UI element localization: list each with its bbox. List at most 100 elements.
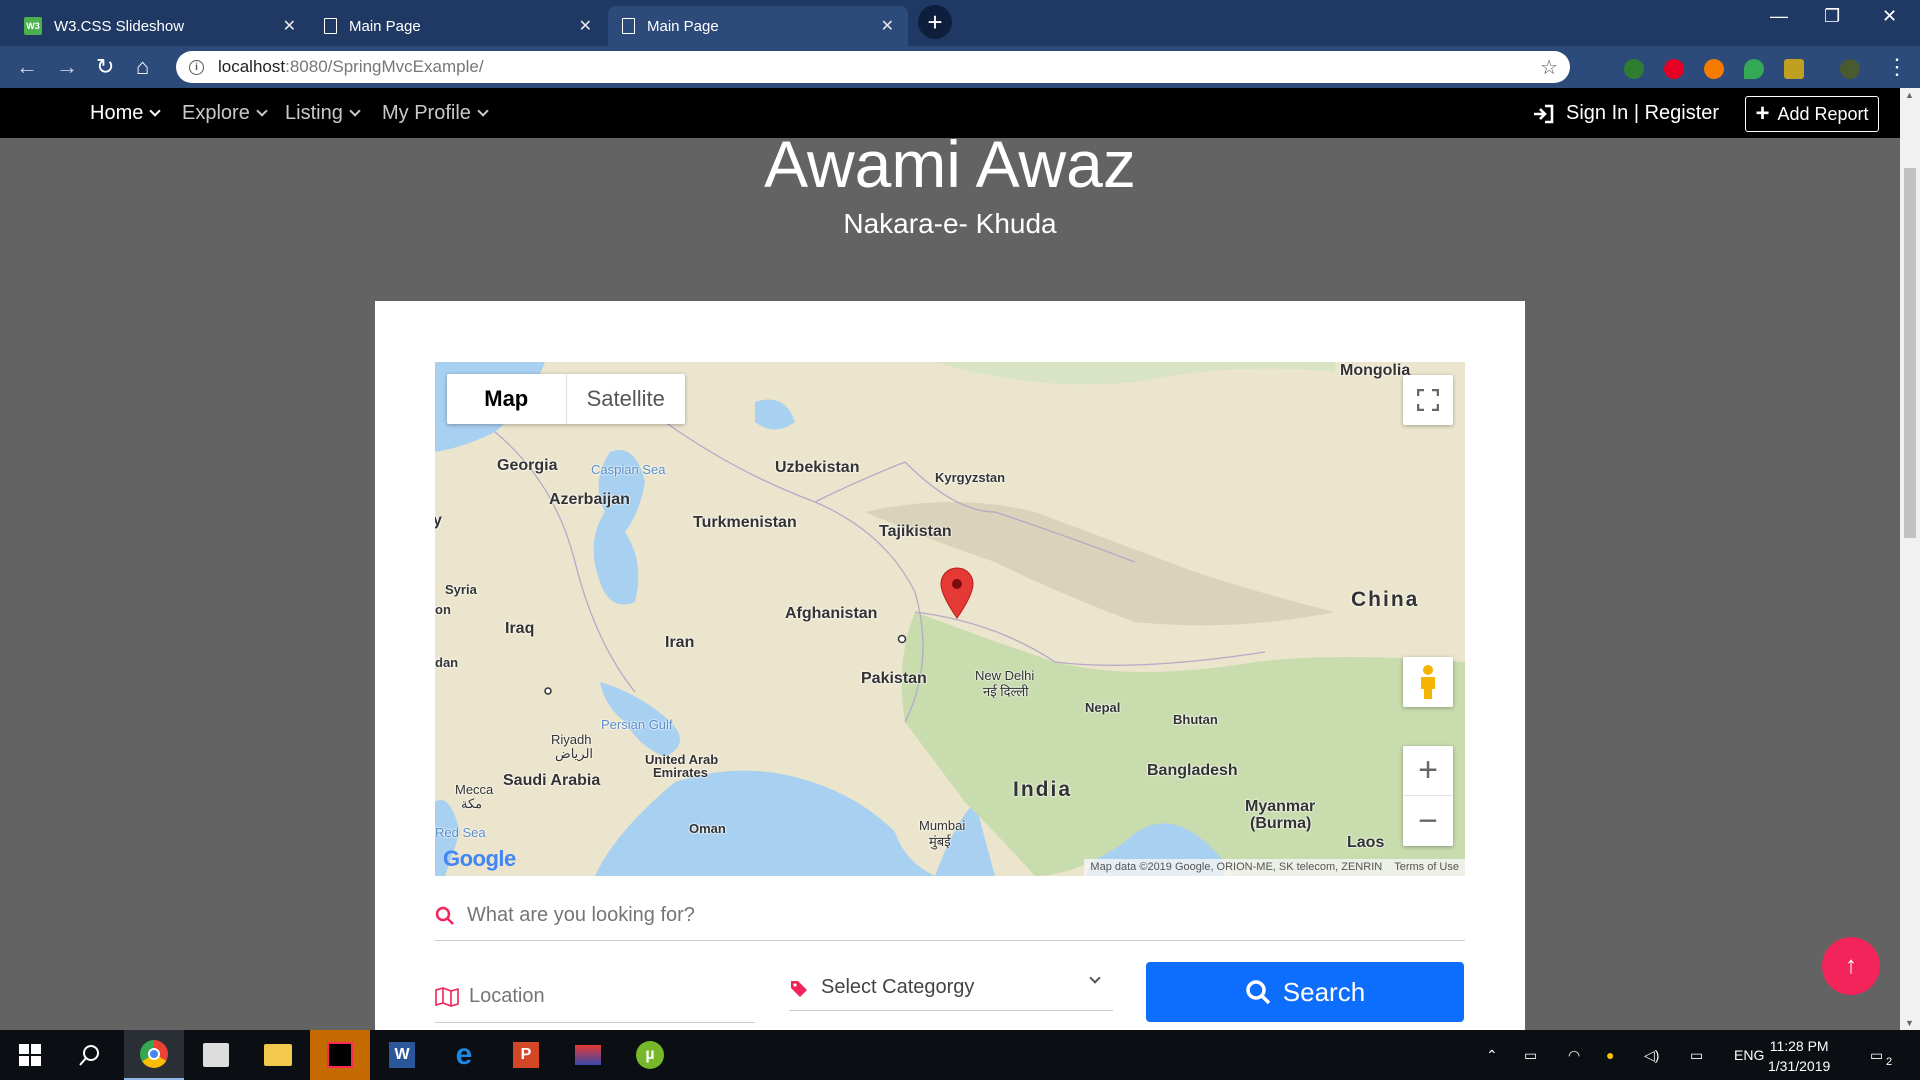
- page-subtitle: Nakara-e- Khuda: [843, 208, 1057, 239]
- battery-icon[interactable]: ▭: [1524, 1047, 1537, 1064]
- clapperboard-icon: [203, 1043, 229, 1067]
- chevron-down-icon: [349, 105, 361, 117]
- close-icon[interactable]: ✕: [579, 16, 592, 36]
- file-explorer-taskbar-icon[interactable]: [248, 1030, 308, 1080]
- map-type-satellite-button[interactable]: Satellite: [567, 374, 686, 424]
- zoom-out-button[interactable]: −: [1403, 796, 1453, 846]
- map-label-india: India: [1013, 778, 1073, 801]
- language-indicator[interactable]: ENG: [1734, 1047, 1764, 1063]
- back-to-top-button[interactable]: ↑: [1822, 937, 1880, 995]
- pinterest-icon[interactable]: [1664, 59, 1684, 79]
- keyword-search-input[interactable]: [467, 904, 1367, 927]
- category-select[interactable]: Select Categorgy: [789, 965, 1113, 1011]
- map-label-laos: Laos: [1347, 834, 1385, 851]
- search-button[interactable]: Search: [1146, 962, 1464, 1022]
- tab-main-page-2[interactable]: Main Page ✕: [608, 6, 908, 46]
- map-label-tajikistan: Tajikistan: [879, 523, 952, 540]
- edge-icon: e: [455, 1038, 473, 1071]
- powerpoint-taskbar-icon[interactable]: P: [496, 1030, 556, 1080]
- clock-date: 1/31/2019: [1768, 1058, 1831, 1074]
- sign-in-register-link[interactable]: Sign In | Register: [1532, 102, 1719, 125]
- google-logo: Google: [443, 846, 516, 871]
- video-editor-taskbar-icon[interactable]: [186, 1030, 246, 1080]
- utorrent-icon: µ: [636, 1041, 664, 1069]
- scroll-up-icon[interactable]: ▲: [1905, 90, 1914, 100]
- nav-my-profile[interactable]: My Profile: [382, 102, 489, 125]
- zoom-control: + −: [1403, 746, 1453, 846]
- extension-globe-icon[interactable]: [1624, 59, 1644, 79]
- url-field[interactable]: i localhost:8080/SpringMvcExample/ ☆: [176, 51, 1570, 83]
- new-tab-button[interactable]: +: [918, 5, 952, 39]
- url-path: :8080/SpringMvcExample/: [285, 57, 484, 76]
- reload-icon[interactable]: ↻: [96, 54, 114, 80]
- map-type-control: Map Satellite: [447, 374, 685, 424]
- info-icon[interactable]: i: [189, 59, 204, 75]
- scrollbar-thumb[interactable]: [1904, 168, 1916, 538]
- windows-start-icon[interactable]: [0, 1030, 60, 1080]
- close-window-icon[interactable]: ✕: [1882, 6, 1897, 27]
- word-taskbar-icon[interactable]: W: [372, 1030, 432, 1080]
- google-map[interactable]: Mongolia Georgia Caspian Sea Uzbekistan …: [435, 362, 1465, 876]
- zoom-in-button[interactable]: +: [1403, 746, 1453, 796]
- maximize-icon[interactable]: ❐: [1824, 6, 1840, 27]
- add-report-label: Add Report: [1777, 103, 1869, 124]
- scroll-down-icon[interactable]: ▼: [1905, 1018, 1914, 1028]
- street-view-button[interactable]: [1403, 657, 1453, 707]
- edge-taskbar-icon[interactable]: e: [434, 1030, 494, 1080]
- bookmark-star-icon[interactable]: ☆: [1540, 55, 1558, 80]
- url-host: localhost: [218, 57, 286, 76]
- utorrent-taskbar-icon[interactable]: µ: [620, 1030, 680, 1080]
- minimize-icon[interactable]: —: [1770, 6, 1788, 27]
- map-label-caspian: Caspian Sea: [591, 462, 666, 477]
- map-type-map-button[interactable]: Map: [447, 374, 567, 424]
- map-label-edge-y: y: [435, 512, 442, 529]
- tray-app-icon[interactable]: ●: [1606, 1047, 1614, 1063]
- search-icon[interactable]: [60, 1030, 120, 1080]
- nav-listing[interactable]: Listing: [285, 102, 361, 125]
- extension-key-icon[interactable]: [1704, 59, 1724, 79]
- w3css-icon: W3: [24, 17, 42, 35]
- nav-explore[interactable]: Explore: [182, 102, 268, 125]
- page-scrollbar[interactable]: ▲ ▼: [1900, 88, 1920, 1030]
- close-icon[interactable]: ✕: [881, 16, 894, 36]
- profile-avatar[interactable]: [1840, 59, 1860, 79]
- map-label-azerbaijan: Azerbaijan: [549, 491, 630, 508]
- home-icon[interactable]: ⌂: [136, 54, 149, 80]
- map-label-bangladesh: Bangladesh: [1147, 762, 1238, 779]
- category-select-value: Select Categorgy: [821, 976, 975, 998]
- sign-in-label: Sign In | Register: [1566, 102, 1720, 124]
- location-field-row: [435, 971, 755, 1023]
- extension-card-icon[interactable]: [1784, 59, 1804, 79]
- forward-arrow-icon[interactable]: →: [56, 54, 78, 80]
- back-arrow-icon[interactable]: ←: [16, 54, 38, 80]
- nav-home[interactable]: Home: [90, 102, 162, 125]
- tab-main-page-1[interactable]: Main Page ✕: [310, 6, 606, 46]
- maps-pin-extension-icon[interactable]: [1744, 59, 1764, 79]
- app-taskbar-icon[interactable]: [558, 1030, 618, 1080]
- terms-of-use-link[interactable]: Terms of Use: [1394, 861, 1459, 874]
- taskbar-search-glyph: [79, 1045, 99, 1066]
- system-clock[interactable]: 11:28 PM 1/31/2019: [1768, 1036, 1830, 1076]
- intellij-taskbar-icon[interactable]: [310, 1030, 370, 1080]
- plus-icon: +: [1755, 100, 1770, 127]
- map-label-saudi-arabia: Saudi Arabia: [503, 772, 601, 789]
- volume-icon[interactable]: ◁): [1644, 1047, 1659, 1064]
- map-label-kyrgyzstan: Kyrgyzstan: [935, 470, 1006, 485]
- map-label-riyadh: Riyadh: [551, 732, 592, 747]
- chrome-taskbar-icon[interactable]: [124, 1030, 184, 1080]
- notification-icon[interactable]: ▭: [1870, 1047, 1883, 1064]
- display-icon[interactable]: ▭: [1690, 1047, 1703, 1064]
- tray-chevron-up-icon[interactable]: ⌃: [1486, 1047, 1498, 1064]
- wifi-icon[interactable]: ◠: [1568, 1047, 1580, 1064]
- location-input[interactable]: [469, 985, 719, 1008]
- tab-w3css-slideshow[interactable]: W3 W3.CSS Slideshow ✕: [10, 6, 310, 46]
- map-label-burma: (Burma): [1250, 815, 1312, 832]
- menu-dots-icon[interactable]: ⋮: [1886, 54, 1908, 80]
- tags-icon: [791, 980, 807, 997]
- map-pin-icon[interactable]: [940, 567, 974, 619]
- fullscreen-button[interactable]: [1403, 375, 1453, 425]
- close-icon[interactable]: ✕: [283, 16, 296, 36]
- browser-tab-bar: W3 W3.CSS Slideshow ✕ Main Page ✕ Main P…: [0, 0, 1920, 46]
- sign-in-icon: [1534, 104, 1554, 123]
- page-icon: [324, 18, 337, 34]
